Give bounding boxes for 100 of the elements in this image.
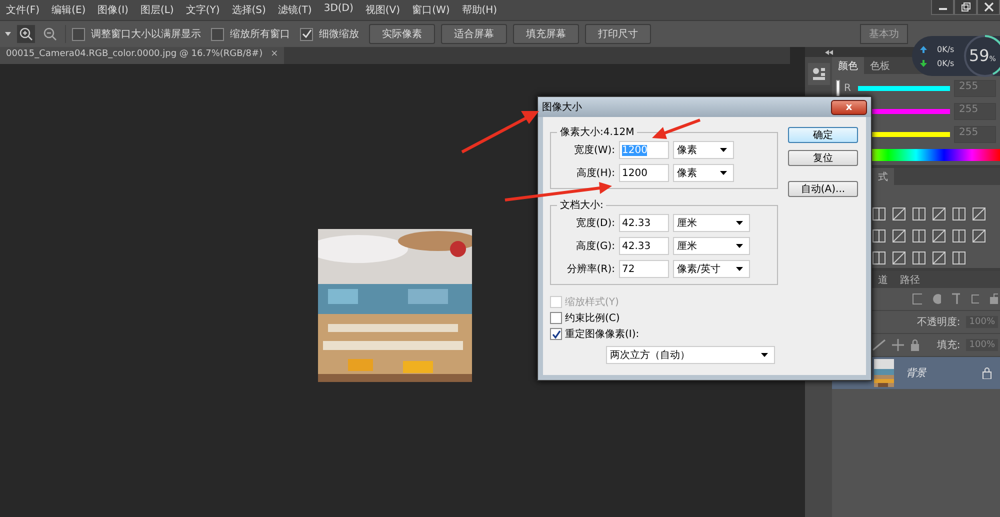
adjustment-icon[interactable] — [952, 207, 966, 221]
checkbox-label: 重定图像像素(I): — [565, 328, 640, 341]
unit-dropdown[interactable]: 厘米 — [673, 214, 750, 232]
dialog-button[interactable]: 确定 — [788, 127, 858, 143]
menu-item[interactable]: 窗口(W) — [412, 3, 450, 17]
menu-item[interactable]: 视图(V) — [365, 3, 400, 17]
unit-dropdown[interactable]: 像素 — [673, 141, 734, 159]
caret-icon — [720, 171, 727, 175]
group-title: 像素大小:4.12M — [559, 126, 636, 139]
opacity-label: 不透明度: — [916, 316, 960, 329]
panel-tab[interactable]: 颜色 — [832, 57, 864, 74]
input-field[interactable]: 1200 — [619, 164, 669, 182]
checkbox[interactable] — [300, 28, 313, 40]
checkbox-label: 约束比例(C) — [565, 312, 620, 325]
dialog-button[interactable]: 复位 — [788, 150, 858, 166]
menu-item[interactable]: 编辑(E) — [52, 3, 86, 17]
collapse-icon[interactable] — [825, 50, 833, 54]
adjustment-icon[interactable] — [872, 207, 886, 221]
menu-item[interactable]: 3D(D) — [324, 3, 354, 17]
adjustment-icon[interactable] — [972, 229, 986, 243]
lock-icon — [982, 367, 992, 379]
field-label: 高度(G): — [575, 240, 615, 253]
menu-item[interactable]: 选择(S) — [232, 3, 266, 17]
field-label: 分辨率(R): — [566, 262, 615, 276]
tab-close-button[interactable]: × — [270, 49, 278, 62]
caret-icon — [736, 267, 743, 271]
panel-button[interactable] — [808, 63, 830, 85]
panel-tab[interactable]: 色板 — [864, 57, 896, 74]
menu-item[interactable]: 文件(F) — [6, 3, 40, 17]
dialog-button[interactable]: 自动(A)... — [788, 181, 858, 197]
zoom-in-icon — [19, 27, 33, 41]
panel-icon — [810, 66, 826, 82]
field-label: 宽度(W): — [572, 144, 615, 157]
adjustment-icon[interactable] — [872, 229, 886, 243]
menu-item[interactable]: 滤镜(T) — [278, 3, 312, 17]
checkbox-label: 缩放样式(Y) — [565, 296, 619, 309]
adjustment-icon[interactable] — [872, 251, 886, 265]
close-button[interactable]: x — [831, 100, 867, 114]
checkmark-icon — [552, 330, 560, 338]
checkbox-label: 缩放所有窗口 — [230, 28, 290, 41]
download-icon — [920, 60, 927, 66]
toolbar-button[interactable]: 填充屏幕 — [513, 24, 579, 44]
adjustment-icon[interactable] — [972, 207, 986, 221]
input-field[interactable]: 72 — [619, 260, 669, 278]
unit-dropdown[interactable]: 像素/英寸 — [673, 260, 750, 278]
menu-item[interactable]: 图层(L) — [140, 3, 174, 17]
adjustment-icon[interactable] — [892, 251, 906, 265]
panel-tab[interactable]: 式 — [872, 168, 894, 185]
circle-filter-icon[interactable] — [932, 293, 942, 305]
close-button[interactable] — [977, 0, 1000, 15]
resample-dropdown[interactable]: 两次立方（自动） — [606, 346, 775, 364]
unit-dropdown[interactable]: 厘米 — [673, 237, 750, 255]
adjustment-icon[interactable] — [912, 251, 926, 265]
input-field[interactable]: 42.33 — [619, 237, 669, 255]
toolbar-button[interactable]: 实际像素 — [369, 24, 435, 44]
toolbar-button[interactable]: 打印尺寸 — [585, 24, 651, 44]
zoom-in-button[interactable] — [17, 25, 35, 43]
adjustment-icon[interactable] — [952, 229, 966, 243]
document-tab[interactable]: 00015_Camera04.RGB_color.0000.jpg @ 16.7%(RGB/8#) × — [0, 47, 284, 64]
input-field[interactable]: 42.33 — [619, 214, 669, 232]
adjustment-icon[interactable] — [892, 207, 906, 221]
close-icon — [984, 2, 994, 12]
brush-icon[interactable] — [872, 339, 886, 351]
zoom-out-icon[interactable] — [43, 27, 57, 41]
checkmark-icon — [302, 29, 312, 39]
menu-item[interactable]: 图像(I) — [98, 3, 128, 17]
checkbox[interactable] — [211, 28, 224, 40]
minimize-button[interactable] — [931, 0, 954, 15]
channel-label: R — [844, 83, 852, 94]
unit-dropdown[interactable]: 像素 — [673, 164, 734, 182]
color-slider[interactable] — [858, 86, 950, 91]
adjustment-icon[interactable] — [932, 229, 946, 243]
checkbox[interactable] — [550, 328, 562, 340]
layer-name: 背景 — [906, 366, 926, 380]
toolbar-button[interactable]: 适合屏幕 — [441, 24, 507, 44]
menu-item[interactable]: 文字(Y) — [186, 3, 220, 17]
upload-speed: 0K/s — [937, 44, 954, 54]
restore-icon — [960, 2, 970, 12]
text-filter-icon[interactable] — [951, 293, 960, 305]
adjustment-icon[interactable] — [932, 251, 946, 265]
restore-button[interactable] — [954, 0, 977, 15]
download-speed: 0K/s — [937, 58, 954, 68]
checkbox-label: 细微缩放 — [319, 28, 359, 41]
fill-label: 填充: — [936, 338, 960, 352]
menu-item[interactable]: 帮助(H) — [462, 3, 498, 17]
adjustment-icon[interactable] — [892, 229, 906, 243]
checkbox-label: 调整窗口大小以满屏显示 — [91, 28, 201, 41]
checkbox[interactable] — [72, 28, 85, 40]
smart-object-filter-icon[interactable] — [989, 293, 998, 305]
adjustment-icon[interactable] — [912, 229, 926, 243]
panel-tab[interactable]: 道 — [872, 271, 894, 288]
adjustment-icon[interactable] — [912, 207, 926, 221]
caret-icon[interactable] — [5, 32, 11, 36]
field-label: 宽度(D): — [575, 216, 615, 230]
adjustment-icon[interactable] — [952, 251, 966, 265]
lock-icon[interactable] — [910, 339, 920, 351]
adjustment-icon[interactable] — [932, 207, 946, 221]
panel-tab[interactable]: 路径 — [894, 271, 926, 288]
checkbox[interactable] — [550, 312, 562, 324]
move-icon[interactable] — [892, 339, 904, 351]
